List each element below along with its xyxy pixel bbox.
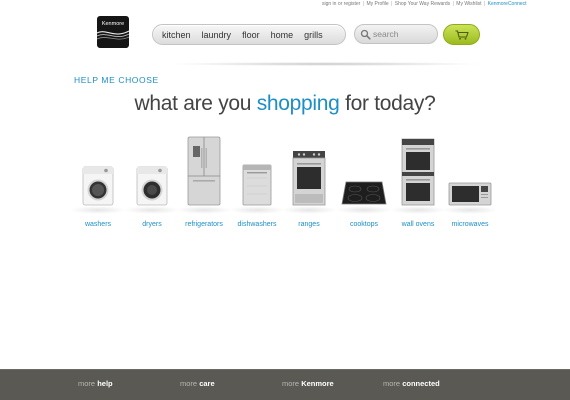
product-label-washers[interactable]: washers — [72, 221, 124, 228]
search-input[interactable] — [373, 29, 433, 39]
utility-links: sign in or register | My Profile | Shop … — [322, 1, 527, 7]
headline-part1: what are you — [134, 92, 257, 115]
separator: | — [362, 1, 365, 7]
separator: | — [452, 1, 454, 7]
separator: | — [483, 1, 486, 7]
product-label-ranges[interactable]: ranges — [284, 221, 334, 228]
header-divider — [168, 62, 483, 66]
my-profile-link[interactable]: My Profile — [366, 1, 388, 7]
footer-bar: more help more care more Kenmore more co… — [0, 369, 570, 400]
footer-prefix: more — [383, 379, 401, 388]
product-label-dryers[interactable]: dryers — [126, 221, 178, 228]
product-categories: washers dryers refrigerators dishwashers… — [0, 128, 570, 228]
product-dryers[interactable]: dryers — [124, 128, 180, 228]
shadow — [229, 206, 285, 214]
product-microwaves[interactable]: microwaves — [442, 128, 498, 228]
signin-link[interactable]: sign in or register — [322, 1, 360, 7]
product-cooktops[interactable]: cooktops — [336, 128, 392, 228]
dryer-icon — [136, 166, 168, 206]
headline: what are you shopping for today? — [0, 92, 570, 116]
my-wishlist-link[interactable]: My Wishlist — [456, 1, 481, 7]
refrigerator-icon — [187, 136, 221, 206]
shadow — [336, 206, 392, 214]
shadow — [176, 206, 232, 214]
footer-word: care — [199, 379, 215, 388]
search-box[interactable] — [354, 24, 438, 44]
cart-icon — [455, 29, 469, 40]
shadow — [390, 206, 446, 214]
footer-more-help[interactable]: more help — [78, 379, 113, 388]
cart-button[interactable] — [443, 24, 480, 45]
footer-prefix: more — [282, 379, 300, 388]
product-label-wall-ovens[interactable]: wall ovens — [393, 221, 443, 228]
headline-part2: for today? — [339, 92, 436, 115]
product-label-cooktops[interactable]: cooktops — [337, 221, 391, 228]
main-nav: kitchen laundry floor home grills — [152, 24, 346, 45]
separator: | — [391, 1, 393, 7]
dishwasher-icon — [242, 164, 272, 206]
footer-prefix: more — [78, 379, 96, 388]
headline-highlight: shopping — [256, 92, 340, 115]
product-label-dishwashers[interactable]: dishwashers — [231, 221, 283, 228]
search-icon — [360, 29, 371, 40]
product-wall-ovens[interactable]: wall ovens — [390, 128, 446, 228]
product-label-microwaves[interactable]: microwaves — [443, 221, 497, 228]
rewards-link[interactable]: Shop Your Way Rewards — [395, 1, 450, 7]
cooktop-icon — [341, 181, 387, 205]
kenmore-logo[interactable]: Kenmore — [97, 16, 129, 48]
shadow — [124, 206, 180, 214]
product-refrigerators[interactable]: refrigerators — [176, 128, 232, 228]
footer-word: Kenmore — [301, 379, 334, 388]
product-dishwashers[interactable]: dishwashers — [229, 128, 285, 228]
range-icon — [292, 151, 326, 206]
nav-kitchen[interactable]: kitchen — [162, 30, 191, 40]
shadow — [70, 206, 126, 214]
logo-swoosh-icon — [97, 30, 129, 40]
product-ranges[interactable]: ranges — [281, 128, 337, 228]
footer-more-kenmore[interactable]: more Kenmore — [282, 379, 334, 388]
microwave-icon — [448, 182, 492, 206]
nav-home[interactable]: home — [271, 30, 294, 40]
footer-word: connected — [402, 379, 440, 388]
help-me-choose-title: HELP ME CHOOSE — [74, 75, 159, 85]
footer-more-connected[interactable]: more connected — [383, 379, 440, 388]
nav-laundry[interactable]: laundry — [202, 30, 232, 40]
washer-icon — [82, 166, 114, 206]
footer-word: help — [97, 379, 113, 388]
product-label-refrigerators[interactable]: refrigerators — [178, 221, 230, 228]
footer-more-care[interactable]: more care — [180, 379, 215, 388]
shadow — [442, 206, 498, 214]
kenmore-connect-link[interactable]: KenmoreConnect — [488, 1, 527, 7]
nav-floor[interactable]: floor — [242, 30, 260, 40]
wall-oven-icon — [401, 138, 435, 206]
product-washers[interactable]: washers — [70, 128, 126, 228]
nav-grills[interactable]: grills — [304, 30, 323, 40]
footer-prefix: more — [180, 379, 198, 388]
shadow — [281, 206, 337, 214]
